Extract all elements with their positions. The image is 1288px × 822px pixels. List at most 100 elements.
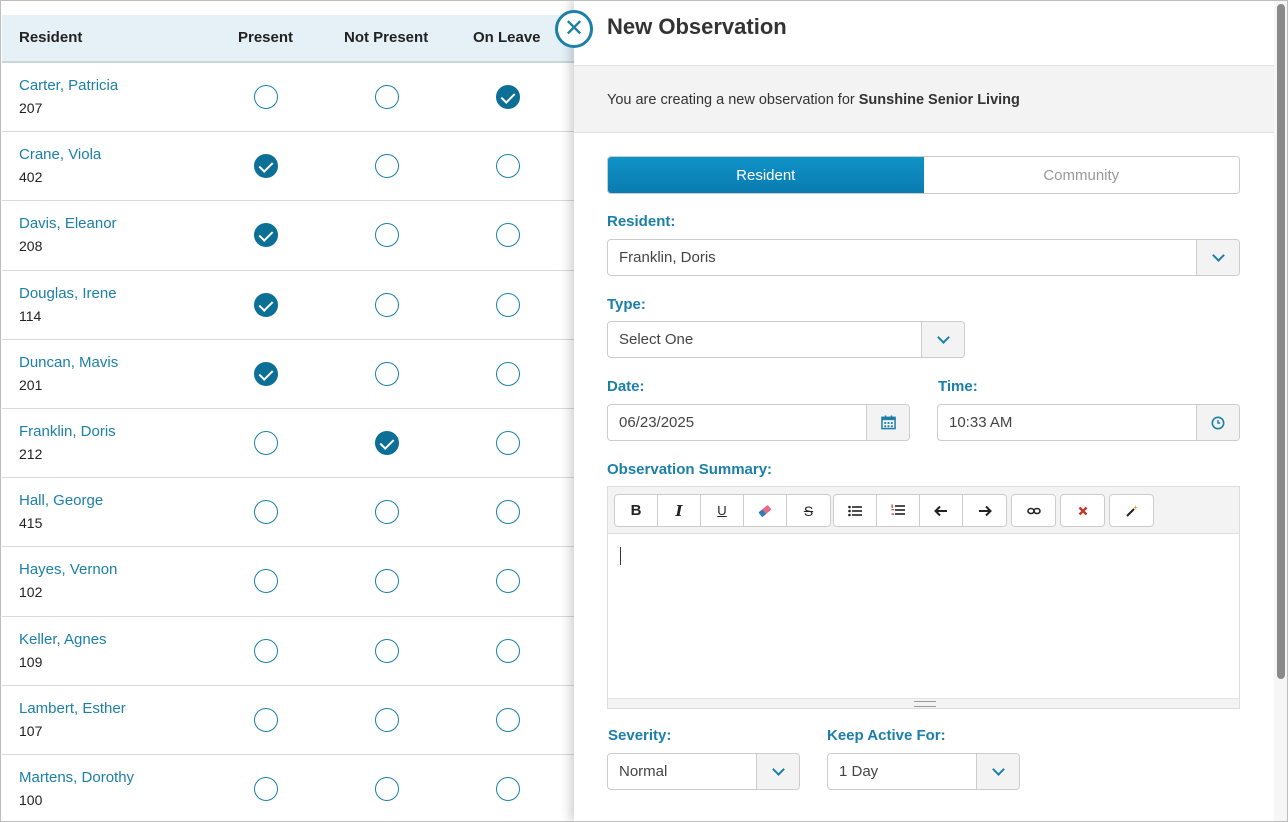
table-header: Resident Present Not Present On Leave	[2, 15, 574, 63]
not-present-radio[interactable]	[375, 223, 399, 248]
not-present-radio[interactable]	[375, 500, 399, 525]
severity-dropdown-button[interactable]	[756, 754, 799, 789]
resident-name-link[interactable]: Franklin, Doris	[19, 423, 116, 440]
not-present-radio[interactable]	[375, 569, 399, 594]
resident-name-link[interactable]: Keller, Agnes	[19, 631, 107, 648]
resident-name-link[interactable]: Crane, Viola	[19, 146, 101, 163]
bullet-list-button[interactable]	[834, 495, 877, 526]
clock-icon	[1211, 416, 1225, 429]
present-radio[interactable]	[254, 638, 278, 663]
keep-active-dropdown-button[interactable]	[976, 754, 1019, 789]
close-icon: ✕	[563, 15, 585, 42]
clock-button[interactable]	[1196, 405, 1239, 440]
present-radio[interactable]	[254, 430, 278, 455]
severity-select[interactable]: Normal	[607, 753, 800, 790]
not-present-radio[interactable]	[375, 292, 399, 317]
link-button[interactable]	[1012, 495, 1055, 526]
header-on-leave: On Leave	[473, 29, 541, 46]
on-leave-radio[interactable]	[496, 292, 520, 317]
resident-name-link[interactable]: Douglas, Irene	[19, 285, 117, 302]
info-prefix: You are creating a new observation for	[607, 92, 859, 108]
resident-name-link[interactable]: Martens, Dorothy	[19, 769, 134, 786]
table-row: Keller, Agnes 109	[2, 617, 574, 686]
not-present-radio[interactable]	[375, 776, 399, 801]
not-present-radio[interactable]	[375, 85, 399, 109]
tab-community[interactable]: Community	[923, 157, 1239, 193]
present-radio[interactable]	[254, 361, 278, 386]
underline-button[interactable]: U	[701, 495, 744, 526]
not-present-radio[interactable]	[375, 430, 399, 455]
toolbar-group-font: B I U S	[614, 494, 831, 527]
time-label: Time:	[938, 378, 978, 395]
eraser-button[interactable]	[744, 495, 787, 526]
present-radio[interactable]	[254, 500, 278, 525]
table-body: Carter, Patricia 207 Crane, Viola 402 Davis,…	[2, 63, 574, 822]
editor-resize-handle[interactable]	[608, 698, 1239, 708]
type-select[interactable]: Select One	[607, 321, 965, 358]
on-leave-radio[interactable]	[496, 85, 520, 109]
bold-button[interactable]: B	[615, 495, 658, 526]
on-leave-radio[interactable]	[496, 776, 520, 801]
rich-text-editor[interactable]: B I U S	[607, 486, 1240, 709]
indent-button[interactable]	[963, 495, 1006, 526]
present-radio[interactable]	[254, 776, 278, 801]
present-radio[interactable]	[254, 223, 278, 248]
on-leave-radio[interactable]	[496, 154, 520, 179]
not-present-radio[interactable]	[375, 154, 399, 179]
present-radio[interactable]	[254, 85, 278, 109]
resident-name-link[interactable]: Duncan, Mavis	[19, 354, 118, 371]
on-leave-radio[interactable]	[496, 707, 520, 732]
type-dropdown-button[interactable]	[921, 322, 964, 357]
on-leave-radio[interactable]	[496, 361, 520, 386]
present-radio[interactable]	[254, 292, 278, 317]
resident-name-link[interactable]: Carter, Patricia	[19, 77, 118, 94]
not-present-radio[interactable]	[375, 707, 399, 732]
resident-dropdown-button[interactable]	[1196, 240, 1239, 275]
date-field[interactable]: 06/23/2025	[607, 404, 910, 441]
present-radio[interactable]	[254, 154, 278, 179]
resident-name-link[interactable]: Hall, George	[19, 492, 103, 509]
header-not-present: Not Present	[344, 29, 429, 46]
keep-active-label: Keep Active For:	[827, 727, 946, 744]
scrollbar-thumb[interactable]	[1277, 4, 1285, 679]
chevron-down-icon	[991, 763, 1005, 776]
present-radio[interactable]	[254, 569, 278, 594]
outdent-button[interactable]	[920, 495, 963, 526]
strikethrough-button[interactable]: S	[787, 495, 830, 526]
room-number: 100	[19, 791, 43, 808]
room-number: 415	[19, 515, 43, 532]
magic-wand-button[interactable]	[1110, 495, 1153, 526]
tab-resident[interactable]: Resident	[608, 157, 924, 193]
resident-name-link[interactable]: Hayes, Vernon	[19, 561, 117, 578]
resident-select[interactable]: Franklin, Doris	[607, 239, 1240, 276]
on-leave-radio[interactable]	[496, 569, 520, 594]
not-present-radio[interactable]	[375, 638, 399, 663]
present-radio[interactable]	[254, 707, 278, 732]
header-present: Present	[238, 29, 294, 46]
on-leave-radio[interactable]	[496, 223, 520, 248]
calendar-button[interactable]	[866, 405, 909, 440]
table-row: Martens, Dorothy 100	[2, 755, 574, 822]
summary-label: Observation Summary:	[607, 461, 773, 478]
table-row: Hayes, Vernon 102	[2, 547, 574, 617]
numbered-list-button[interactable]	[877, 495, 920, 526]
toolbar-group-clear	[1060, 494, 1105, 527]
link-icon	[1026, 507, 1041, 514]
keep-active-select[interactable]: 1 Day	[827, 753, 1020, 790]
resident-name-link[interactable]: Davis, Eleanor	[19, 215, 117, 232]
new-observation-panel: New Observation You are creating a new o…	[574, 0, 1274, 822]
italic-button[interactable]: I	[658, 495, 701, 526]
panel-scrollbar[interactable]	[1274, 0, 1288, 822]
close-panel-button[interactable]: ✕	[555, 10, 593, 48]
not-present-radio[interactable]	[375, 361, 399, 386]
resident-name-link[interactable]: Lambert, Esther	[19, 700, 126, 717]
observation-target-toggle: Resident Community	[607, 156, 1240, 194]
on-leave-radio[interactable]	[496, 500, 520, 525]
remove-format-button[interactable]	[1061, 495, 1104, 526]
toolbar-group-link	[1011, 494, 1056, 527]
time-field[interactable]: 10:33 AM	[937, 404, 1240, 441]
on-leave-radio[interactable]	[496, 430, 520, 455]
room-number: 207	[19, 100, 43, 116]
numbered-list-icon	[891, 504, 905, 515]
on-leave-radio[interactable]	[496, 638, 520, 663]
